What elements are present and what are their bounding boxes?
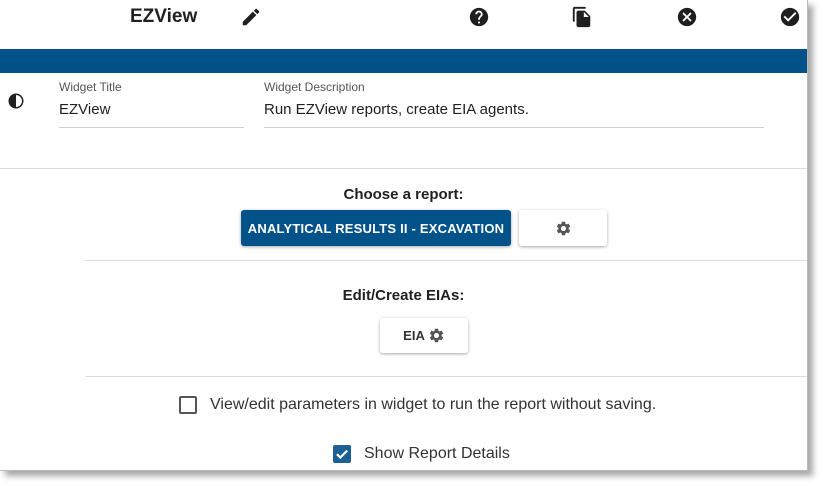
help-icon[interactable] xyxy=(468,6,490,28)
edit-eia-heading: Edit/Create EIAs: xyxy=(342,287,465,304)
show-report-details-label: Show Report Details xyxy=(364,445,510,462)
divider xyxy=(85,260,807,261)
copy-icon[interactable] xyxy=(571,6,593,28)
widget-description-input[interactable]: Run EZView reports, create EIA agents. xyxy=(264,99,764,128)
view-edit-params-option[interactable]: View/edit parameters in widget to run th… xyxy=(179,396,656,414)
contrast-icon[interactable] xyxy=(7,92,25,110)
eia-button-label: EIA xyxy=(403,328,425,343)
check-circle-icon[interactable] xyxy=(779,6,801,28)
show-report-details-checkbox[interactable] xyxy=(333,445,351,463)
widget-name-heading: EZView xyxy=(130,6,198,27)
view-edit-params-checkbox[interactable] xyxy=(179,396,197,414)
choose-report-heading: Choose a report: xyxy=(343,186,464,203)
widget-title-input[interactable]: EZView xyxy=(59,99,244,128)
show-report-details-option[interactable]: Show Report Details xyxy=(333,445,510,463)
widget-title-label: Widget Title xyxy=(59,80,122,94)
widget-description-field[interactable]: Widget Description Run EZView reports, c… xyxy=(264,79,764,128)
divider xyxy=(85,376,807,377)
checkmark-icon xyxy=(333,445,351,463)
widget-editor-window: EZView Widget Title EZView Widget Descri… xyxy=(0,0,808,471)
header-color-band xyxy=(0,49,807,73)
gear-icon xyxy=(429,328,443,343)
eia-settings-button[interactable]: EIA xyxy=(380,318,468,353)
toolbar: EZView xyxy=(0,0,807,48)
pencil-icon[interactable] xyxy=(240,6,262,28)
widget-description-label: Widget Description xyxy=(264,80,365,94)
close-circle-icon[interactable] xyxy=(676,6,698,28)
report-select-button[interactable]: ANALYTICAL RESULTS II - EXCAVATION xyxy=(241,210,511,246)
view-edit-params-label: View/edit parameters in widget to run th… xyxy=(210,396,657,413)
gear-icon xyxy=(556,221,570,235)
divider xyxy=(0,168,807,169)
report-settings-button[interactable] xyxy=(519,210,607,246)
widget-title-field[interactable]: Widget Title EZView xyxy=(59,79,244,128)
